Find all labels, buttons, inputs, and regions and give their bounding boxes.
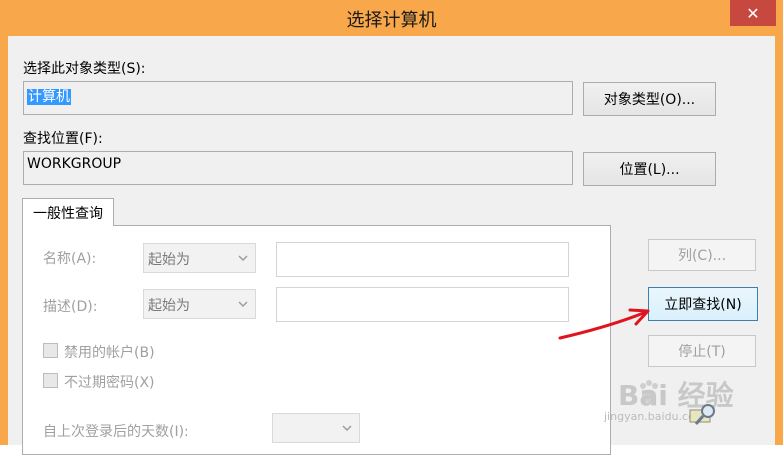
location-value: WORKGROUP [27,156,122,172]
chevron-down-icon [238,255,248,261]
columns-button[interactable]: 列(C)... [648,239,756,271]
non-expiring-password-label: 不过期密码(X) [64,375,155,391]
red-arrow-annotation [558,308,650,340]
chevron-down-icon [238,301,248,307]
description-input[interactable] [276,287,569,322]
non-expiring-password-checkbox[interactable] [43,373,58,388]
location-field[interactable]: WORKGROUP [23,151,573,185]
description-condition-combo[interactable]: 起始为 [143,289,256,319]
name-input[interactable] [276,242,569,277]
close-icon: ✕ [746,3,760,23]
object-types-button[interactable]: 对象类型(O)... [583,82,716,116]
baidu-watermark: Bai 经验 jingyan.baidu.com [600,372,750,432]
location-label: 查找位置(F): [23,131,103,147]
object-type-field[interactable]: 计算机 [23,81,573,115]
name-label: 名称(A): [43,251,97,267]
days-since-login-label: 自上次登录后的天数(I): [43,424,189,440]
title-bar[interactable]: 选择计算机 ✕ [0,0,783,36]
object-type-value: 计算机 [27,89,71,105]
tab-common-queries[interactable]: 一般性查询 [22,198,114,226]
disabled-accounts-label: 禁用的帐户(B) [64,345,155,361]
dialog-window: 选择计算机 ✕ 选择此对象类型(S): 计算机 对象类型(O)... 查找位置(… [0,0,783,455]
stop-button[interactable]: 停止(T) [648,335,756,367]
object-type-label: 选择此对象类型(S): [23,61,146,77]
name-condition-value: 起始为 [148,252,190,268]
days-since-login-combo[interactable] [272,413,360,443]
description-label: 描述(D): [43,299,98,315]
disabled-accounts-checkbox[interactable] [43,343,58,358]
name-condition-combo[interactable]: 起始为 [143,243,256,273]
tab-panel-common-queries: 名称(A): 起始为 描述(D): 起始为 禁用的帐户(B) 不过期密码(X) … [22,225,611,455]
close-button[interactable]: ✕ [730,0,776,26]
find-now-button[interactable]: 立即查找(N) [648,287,758,321]
window-title: 选择计算机 [346,10,437,31]
chevron-down-icon [342,425,352,431]
description-condition-value: 起始为 [148,298,190,314]
locations-button[interactable]: 位置(L)... [583,152,716,186]
search-computer-icon [689,404,715,425]
